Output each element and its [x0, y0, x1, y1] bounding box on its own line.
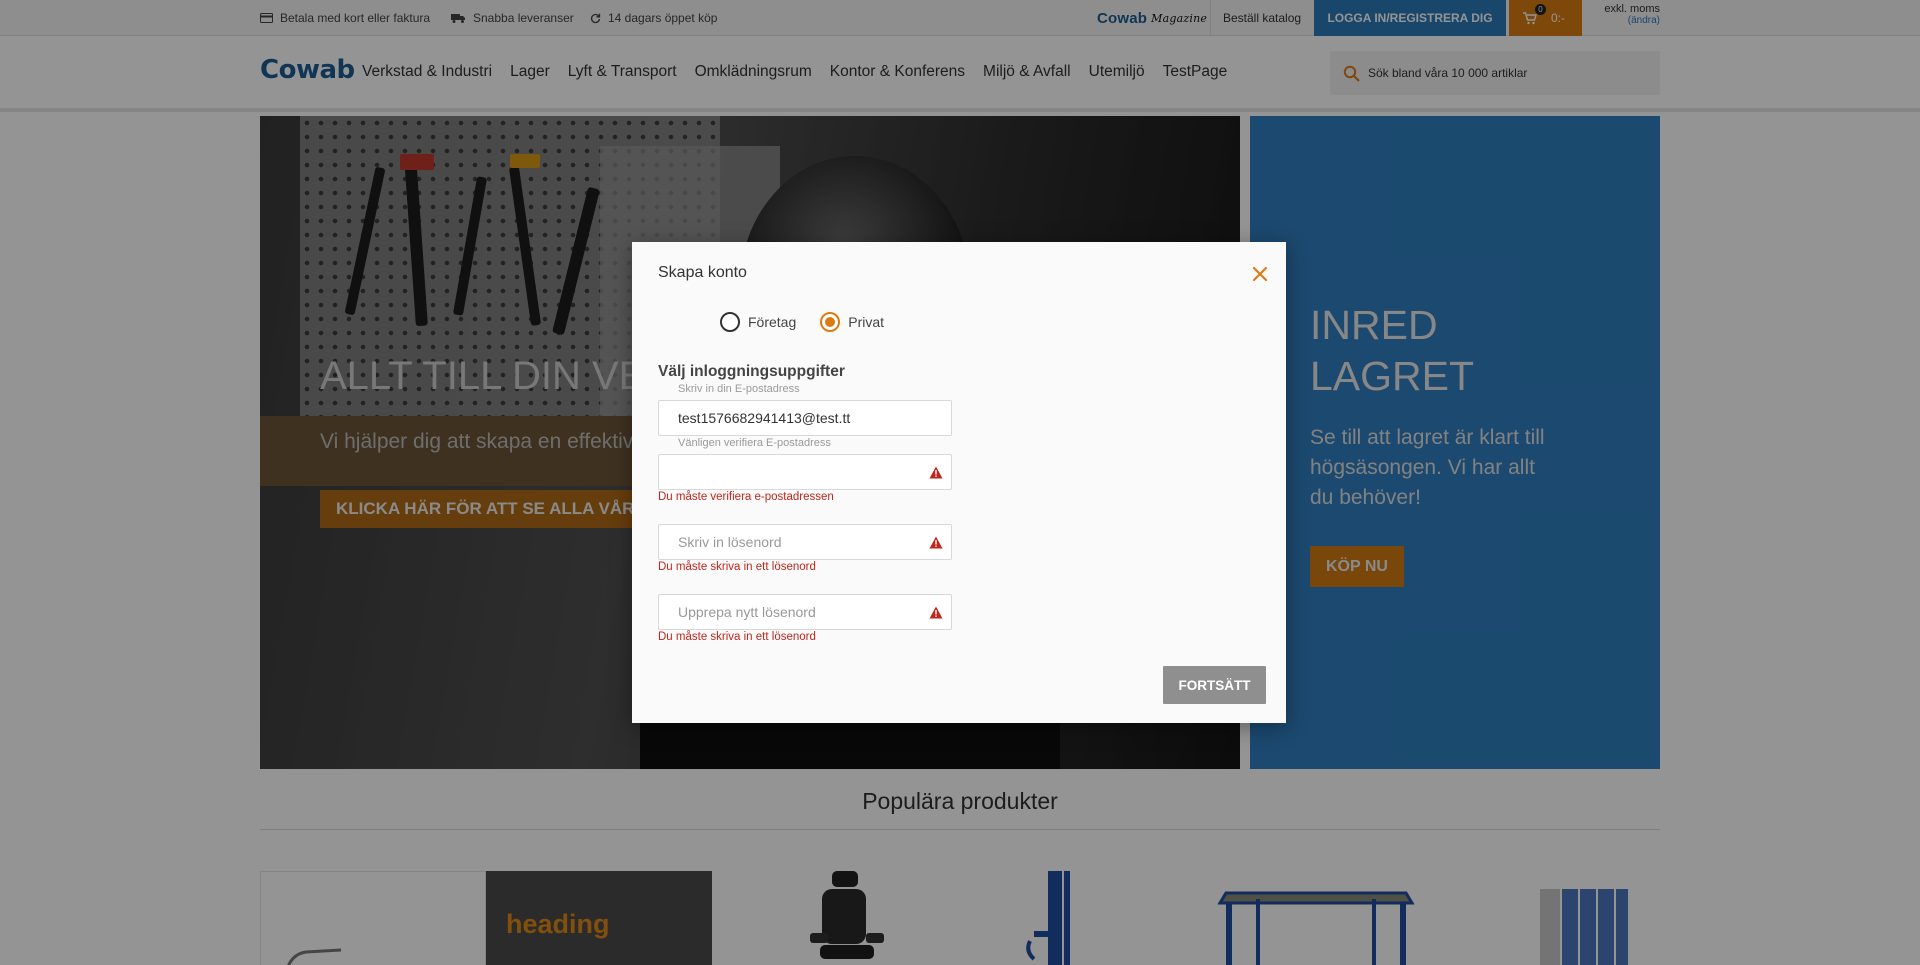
radio-privat-label[interactable]: Privat	[848, 314, 884, 330]
close-icon[interactable]	[1250, 264, 1270, 284]
password-field[interactable]: Skriv in lösenord	[658, 524, 952, 560]
repeat-password-field[interactable]: Upprepa nytt lösenord	[658, 594, 952, 630]
email-field-label: Skriv in din E-postadress	[678, 383, 800, 395]
radio-foretag-circle[interactable]	[720, 312, 740, 332]
radio-foretag[interactable]: Företag	[720, 312, 796, 332]
email-field-value: test1576682941413@test.tt	[678, 410, 851, 426]
radio-privat-circle[interactable]	[820, 312, 841, 332]
warning-icon	[929, 536, 943, 549]
dialog-title: Skapa konto	[658, 264, 747, 281]
create-account-dialog: Skapa konto Företag Privat Välj inloggni…	[632, 242, 1286, 723]
verify-email-error: Du måste verifiera e-postadressen	[658, 491, 834, 503]
repeat-password-placeholder: Upprepa nytt lösenord	[678, 604, 816, 620]
account-type-selector: Företag Privat	[720, 312, 908, 332]
verify-email-field[interactable]	[658, 454, 952, 490]
password-error: Du måste skriva in ett lösenord	[658, 561, 816, 573]
warning-icon	[929, 466, 943, 479]
login-details-heading: Välj inloggningsuppgifter	[658, 363, 845, 380]
email-field[interactable]: test1576682941413@test.tt	[658, 400, 952, 436]
warning-icon	[929, 606, 943, 619]
radio-privat[interactable]: Privat	[820, 312, 884, 332]
continue-button[interactable]: FORTSÄTT	[1163, 666, 1266, 704]
verify-email-label: Vänligen verifiera E-postadress	[678, 437, 831, 449]
radio-foretag-label[interactable]: Företag	[748, 314, 796, 330]
password-placeholder: Skriv in lösenord	[678, 534, 782, 550]
repeat-password-error: Du måste skriva in ett lösenord	[658, 631, 816, 643]
